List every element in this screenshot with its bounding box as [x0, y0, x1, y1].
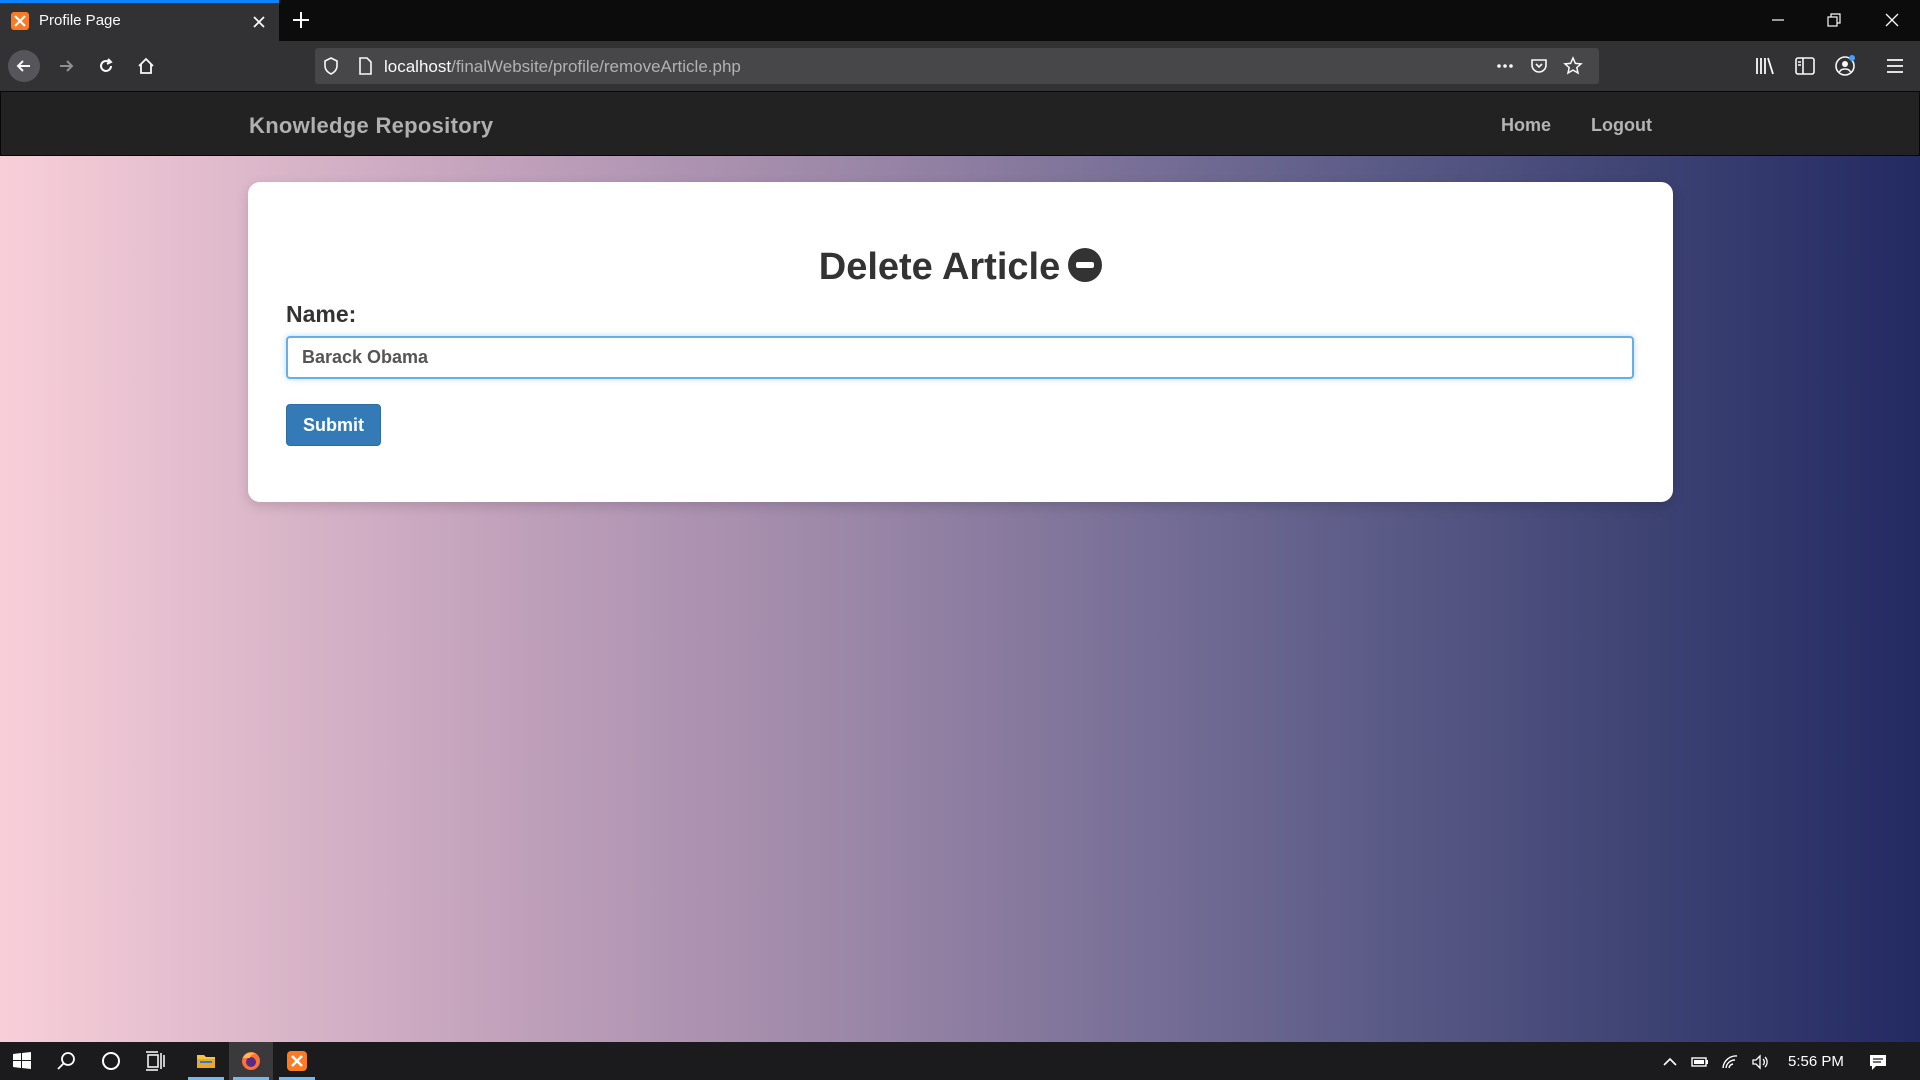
url-host: localhost [384, 57, 452, 76]
volume-icon[interactable] [1750, 1052, 1770, 1072]
search-icon[interactable] [55, 1049, 79, 1073]
browser-tab-active[interactable]: Profile Page [0, 0, 279, 41]
restore-window-icon[interactable] [1822, 8, 1846, 32]
shield-icon[interactable] [321, 56, 341, 76]
tab-title: Profile Page [39, 12, 121, 29]
delete-article-card: Delete Article Name: Submit [248, 182, 1673, 502]
page-title-text: Delete Article [818, 246, 1061, 288]
reload-icon[interactable] [90, 50, 122, 82]
windows-taskbar: 5:56 PM [0, 1042, 1920, 1080]
firefox-icon [239, 1049, 263, 1073]
page-background: Knowledge Repository Home Logout Delete … [0, 91, 1920, 1042]
minus-circle-icon [1068, 248, 1103, 282]
page-title: Delete Article [248, 246, 1673, 289]
minimize-window-icon[interactable] [1766, 8, 1790, 32]
back-arrow-icon[interactable] [8, 50, 40, 82]
more-actions-icon[interactable] [1495, 56, 1515, 76]
name-label: Name: [286, 301, 357, 327]
wifi-icon[interactable] [1720, 1052, 1740, 1072]
windows-start-icon[interactable] [10, 1049, 34, 1073]
page-icon [355, 56, 375, 76]
site-brand[interactable]: Knowledge Repository [249, 113, 493, 139]
menu-hamburger-icon[interactable] [1882, 53, 1908, 79]
submit-button[interactable]: Submit [286, 404, 381, 446]
folder-icon [194, 1049, 218, 1073]
name-input[interactable] [286, 336, 1634, 379]
sidebar-icon[interactable] [1792, 53, 1818, 79]
forward-arrow-icon[interactable] [50, 50, 82, 82]
cortana-icon[interactable] [99, 1049, 123, 1073]
xampp-favicon-icon [11, 12, 29, 30]
xampp-app[interactable] [275, 1042, 319, 1080]
file-explorer-app[interactable] [184, 1042, 228, 1080]
nav-logout-link[interactable]: Logout [1591, 115, 1652, 136]
pocket-icon[interactable] [1529, 56, 1549, 76]
home-icon[interactable] [130, 50, 162, 82]
site-navbar: Knowledge Repository Home Logout [0, 91, 1920, 156]
taskbar-clock[interactable]: 5:56 PM [1788, 1053, 1844, 1070]
browser-tabbar: Profile Page [0, 0, 1920, 41]
address-bar[interactable]: localhost/finalWebsite/profile/removeArt… [315, 48, 1599, 84]
url-text[interactable]: localhost/finalWebsite/profile/removeArt… [384, 57, 741, 77]
task-view-icon[interactable] [144, 1049, 168, 1073]
chevron-up-icon[interactable] [1660, 1052, 1680, 1072]
library-icon[interactable] [1752, 53, 1778, 79]
firefox-app[interactable] [229, 1042, 273, 1080]
battery-icon[interactable] [1690, 1052, 1710, 1072]
action-center-icon[interactable] [1868, 1052, 1888, 1072]
new-tab-icon[interactable] [289, 8, 313, 32]
browser-toolbar: localhost/finalWebsite/profile/removeArt… [0, 41, 1920, 91]
close-window-icon[interactable] [1880, 8, 1904, 32]
close-tab-icon[interactable] [249, 12, 269, 32]
xampp-icon [285, 1049, 309, 1073]
account-icon[interactable] [1832, 53, 1858, 79]
url-path: /finalWebsite/profile/removeArticle.php [451, 57, 741, 76]
nav-home-link[interactable]: Home [1501, 115, 1551, 136]
bookmark-star-icon[interactable] [1563, 56, 1583, 76]
